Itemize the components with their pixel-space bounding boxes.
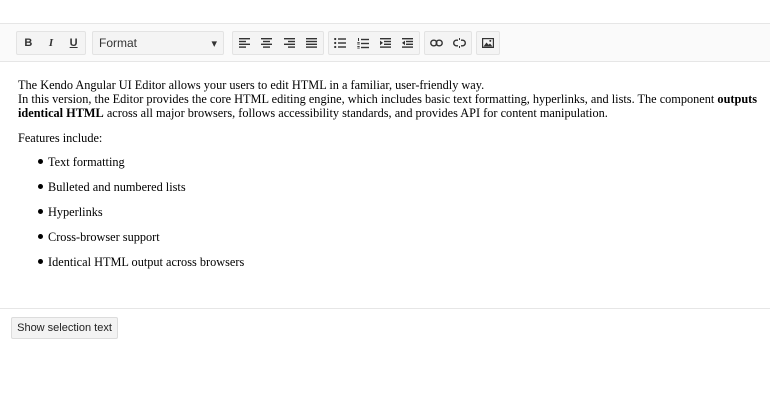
link-icon bbox=[430, 39, 443, 47]
italic-button[interactable]: I bbox=[40, 32, 62, 54]
text-style-group: B I U bbox=[16, 31, 86, 55]
align-center-button[interactable] bbox=[256, 32, 278, 54]
format-dropdown[interactable]: Format ▾ bbox=[92, 31, 224, 55]
numbered-list-icon bbox=[357, 37, 369, 48]
numbered-list-button[interactable] bbox=[352, 32, 374, 54]
show-selection-text-button[interactable]: Show selection text bbox=[11, 317, 118, 339]
list-item: Bulleted and numbered lists bbox=[38, 180, 758, 205]
intro-paragraph: The Kendo Angular UI Editor allows your … bbox=[18, 78, 758, 120]
list-item: Cross-browser support bbox=[38, 230, 758, 255]
image-icon bbox=[482, 38, 494, 48]
bullet-list-icon bbox=[334, 38, 347, 48]
align-left-button[interactable] bbox=[233, 32, 255, 54]
editor: B I U Format ▾ The Kendo Angular UI Edit… bbox=[0, 23, 770, 309]
bullet-list-button[interactable] bbox=[329, 32, 351, 54]
align-left-icon bbox=[238, 38, 250, 48]
features-heading: Features include: bbox=[18, 131, 103, 145]
format-dropdown-value: Format bbox=[99, 36, 138, 50]
insert-link-button[interactable] bbox=[426, 32, 448, 54]
editor-content[interactable]: The Kendo Angular UI Editor allows your … bbox=[18, 78, 758, 280]
align-justify-icon bbox=[306, 38, 318, 48]
insert-image-button[interactable] bbox=[477, 32, 499, 54]
indent-button[interactable] bbox=[374, 32, 396, 54]
align-center-icon bbox=[261, 38, 273, 48]
outdent-icon bbox=[402, 38, 414, 48]
list-indent-group bbox=[328, 31, 420, 55]
align-group bbox=[232, 31, 324, 55]
indent-icon bbox=[379, 38, 391, 48]
list-item: Text formatting bbox=[38, 155, 758, 180]
unlink-icon bbox=[453, 38, 466, 48]
link-group bbox=[424, 31, 472, 55]
align-justify-button[interactable] bbox=[301, 32, 323, 54]
align-right-icon bbox=[283, 38, 295, 48]
unlink-button[interactable] bbox=[449, 32, 471, 54]
list-item: Hyperlinks bbox=[38, 205, 758, 230]
outdent-button[interactable] bbox=[397, 32, 419, 54]
intro-line-2-end: across all major browsers, follows acces… bbox=[103, 106, 608, 120]
intro-line-2-start: In this version, the Editor provides the… bbox=[18, 92, 718, 106]
intro-line-1: The Kendo Angular UI Editor allows your … bbox=[18, 78, 485, 92]
bold-button[interactable]: B bbox=[17, 32, 39, 54]
image-group bbox=[476, 31, 500, 55]
chevron-down-icon: ▾ bbox=[211, 37, 217, 50]
align-right-button[interactable] bbox=[278, 32, 300, 54]
list-item: Identical HTML output across browsers bbox=[38, 255, 758, 280]
features-list: Text formatting Bulleted and numbered li… bbox=[18, 155, 758, 280]
underline-button[interactable]: U bbox=[63, 32, 85, 54]
editor-toolbar: B I U Format ▾ bbox=[0, 24, 770, 62]
